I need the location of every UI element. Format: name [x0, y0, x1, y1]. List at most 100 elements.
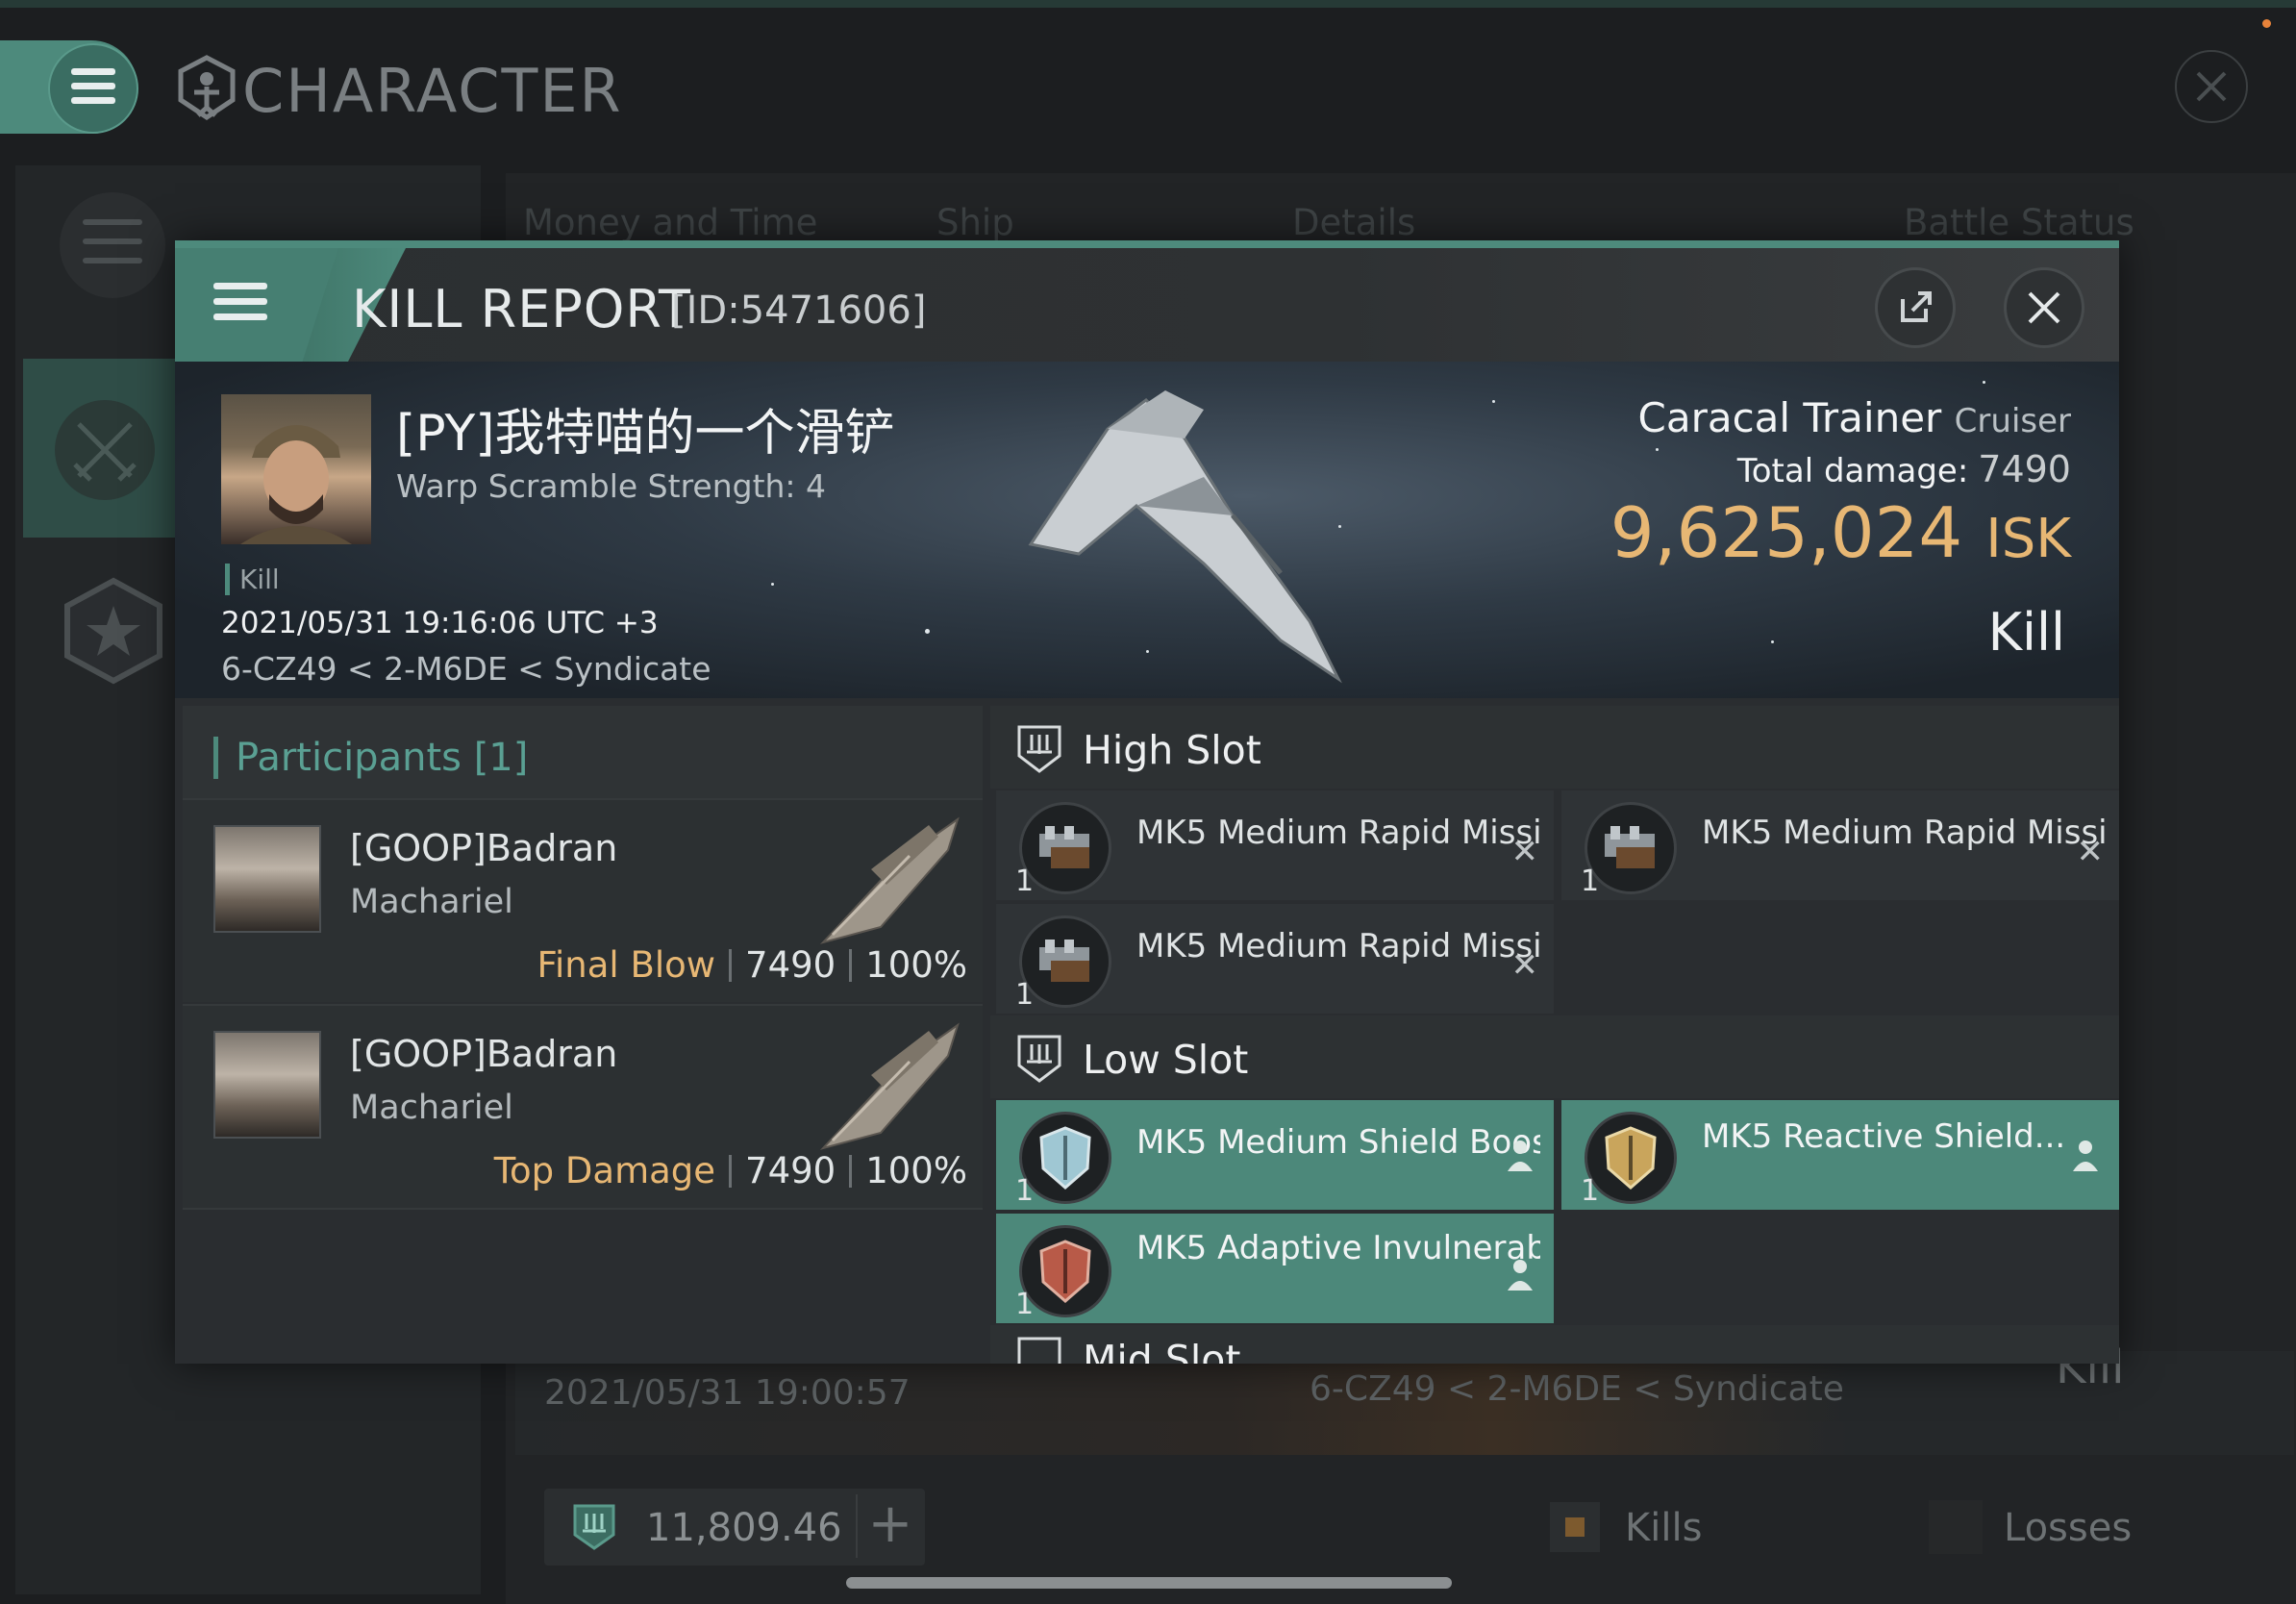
item-quantity: 1: [1015, 1288, 1035, 1321]
wallet-shield-icon: [573, 1504, 615, 1550]
item-quantity: 1: [1581, 865, 1600, 898]
low-slot-icon: [1017, 1035, 1061, 1083]
participant-stats: Final Blow 7490 100%: [537, 944, 967, 986]
crossed-swords-icon: [55, 400, 155, 500]
fitting-panel: High Slot 1 MK5 Medium Rapid Missile... …: [990, 706, 2119, 1364]
low-slot-item[interactable]: 1 MK5 Medium Shield Booster: [996, 1100, 1554, 1210]
participant-tag: Top Damage: [493, 1150, 716, 1191]
low-slot-item[interactable]: 1 MK5 Adaptive Invulnerabilit...: [996, 1214, 1554, 1323]
participant-avatar[interactable]: [213, 1031, 321, 1139]
participants-panel: Participants [1] [GOOP]Badran Machariel …: [183, 706, 983, 1356]
result-label: Kill: [1987, 602, 2065, 663]
main-menu-button[interactable]: [48, 43, 138, 134]
participants-title: Participants [1]: [213, 737, 528, 779]
destroyed-icon: ✕: [1510, 946, 1539, 985]
item-name: MK5 Medium Shield Booster: [1136, 1123, 1540, 1162]
high-slot-item[interactable]: 1 MK5 Medium Rapid Missile... ✕: [996, 790, 1554, 900]
participant-row[interactable]: [GOOP]Badran Machariel Top Damage 7490 100…: [183, 1004, 983, 1208]
mid-slot-label: Mid Slot: [1083, 1337, 1241, 1364]
kills-checkbox[interactable]: [1550, 1502, 1600, 1552]
character-emblem-icon: [178, 55, 236, 121]
low-slot-header: Low Slot: [990, 1015, 2119, 1098]
mid-slot-icon: [1017, 1337, 1061, 1364]
item-quantity: 1: [1015, 978, 1035, 1012]
losses-filter-label: Losses: [2004, 1506, 2133, 1550]
participants-label: Participants: [236, 736, 462, 780]
tab-battle-status[interactable]: Battle Status: [1904, 202, 2134, 243]
ship-type: Caracal Trainer: [1637, 394, 1942, 441]
kill-timestamp: 2021/05/31 19:16:06 UTC +3: [221, 606, 659, 640]
item-quantity: 1: [1015, 1174, 1035, 1208]
hamburger-icon: [213, 283, 267, 320]
sidebar-menu-button[interactable]: [60, 192, 165, 298]
participant-avatar[interactable]: [213, 825, 321, 933]
participant-damage: 7490: [745, 944, 836, 986]
victim-ship-image: [1028, 390, 1342, 684]
item-quantity: 1: [1581, 1174, 1600, 1208]
warp-scramble-strength: Warp Scramble Strength: 4: [396, 467, 827, 505]
status-dot: [2262, 19, 2271, 28]
row-location: 6-CZ49 < 2-M6DE < Syndicate: [1310, 1369, 1844, 1409]
kill-type-tag: Kill: [225, 564, 280, 595]
participant-tag: Final Blow: [537, 944, 716, 986]
isk-balance: 11,809.46: [646, 1506, 842, 1550]
victim-avatar[interactable]: [221, 394, 371, 544]
high-slot-icon: [1017, 725, 1061, 773]
mid-slot-header-partial: Mid Slot: [990, 1325, 2119, 1364]
destroyed-icon: ✕: [1510, 833, 1539, 871]
close-icon: [2196, 71, 2227, 102]
victim-banner: [PY]我特喵的一个滑铲 Warp Scramble Strength: 4 K…: [175, 362, 2119, 698]
kills-filter-label: Kills: [1625, 1506, 1703, 1550]
share-button[interactable]: [1875, 267, 1956, 348]
isk-value: 9,625,024 ISK: [1610, 492, 2071, 573]
high-slot-label: High Slot: [1083, 727, 1261, 773]
row-date: 2021/05/31 19:00:57: [544, 1373, 911, 1413]
total-damage-value: 7490: [1978, 448, 2071, 490]
report-id: [ID:5471606]: [671, 288, 927, 333]
share-icon: [1901, 291, 1932, 322]
ship-class: Cruiser: [1954, 402, 2071, 440]
total-damage-label: Total damage:: [1736, 452, 1969, 490]
dialog-accent-bar: [175, 240, 2119, 248]
star-badge-icon[interactable]: [60, 577, 167, 685]
tab-money-and-time[interactable]: Money and Time: [523, 202, 817, 243]
item-name: MK5 Adaptive Invulnerabilit...: [1136, 1229, 1540, 1267]
participant-percent: 100%: [865, 944, 967, 986]
participants-header: Participants [1]: [183, 706, 983, 798]
low-slot-item[interactable]: 1 MK5 Reactive Shield...: [1561, 1100, 2119, 1210]
dialog-title: KILL REPORT: [352, 279, 691, 339]
dropped-person-icon: [1508, 1260, 1533, 1291]
participant-name: [GOOP]Badran: [350, 1033, 618, 1075]
total-damage: Total damage: 7490: [1737, 448, 2071, 490]
horizontal-scrollbar[interactable]: [846, 1577, 1452, 1589]
participant-damage: 7490: [745, 1150, 836, 1191]
item-name: MK5 Reactive Shield...: [1702, 1117, 2066, 1156]
kill-report-dialog: KILL REPORT [ID:5471606] [PY]我特喵的一个滑铲 Wa…: [175, 240, 2119, 1364]
top-accent-line: [0, 0, 2296, 8]
close-icon: [2028, 291, 2060, 324]
victim-ship-name: Caracal Trainer Cruiser: [1638, 394, 2072, 441]
list-icon: [83, 219, 142, 263]
participant-ship-image: [819, 1022, 960, 1150]
portrait-image: [240, 425, 352, 544]
sidebar-item-killboard[interactable]: [23, 359, 177, 538]
high-slot-item[interactable]: 1 MK5 Medium Rapid Missile... ✕: [1561, 790, 2119, 900]
participant-name: [GOOP]Badran: [350, 827, 618, 869]
page-close-button[interactable]: [2175, 50, 2248, 123]
tab-ship[interactable]: Ship: [936, 202, 1014, 243]
victim-name: [PY]我特喵的一个滑铲: [396, 405, 895, 463]
high-slot-item[interactable]: 1 MK5 Medium Rapid Missile... ✕: [996, 904, 1554, 1014]
tab-details[interactable]: Details: [1292, 202, 1415, 243]
participant-ship: Machariel: [350, 1089, 513, 1127]
item-name: MK5 Medium Rapid Missile...: [1136, 927, 1540, 965]
isk-amount: 9,625,024: [1610, 492, 1963, 573]
participant-row[interactable]: [GOOP]Badran Machariel Final Blow 7490 100…: [183, 798, 983, 1002]
add-isk-button[interactable]: +: [856, 1494, 923, 1558]
divider: [183, 1208, 983, 1210]
participant-stats: Top Damage 7490 100%: [494, 1150, 967, 1191]
dialog-close-button[interactable]: [2004, 267, 2084, 348]
dropped-person-icon: [1508, 1140, 1533, 1171]
losses-checkbox[interactable]: [1929, 1500, 1983, 1554]
destroyed-icon: ✕: [2076, 833, 2105, 871]
participant-percent: 100%: [865, 1150, 967, 1191]
